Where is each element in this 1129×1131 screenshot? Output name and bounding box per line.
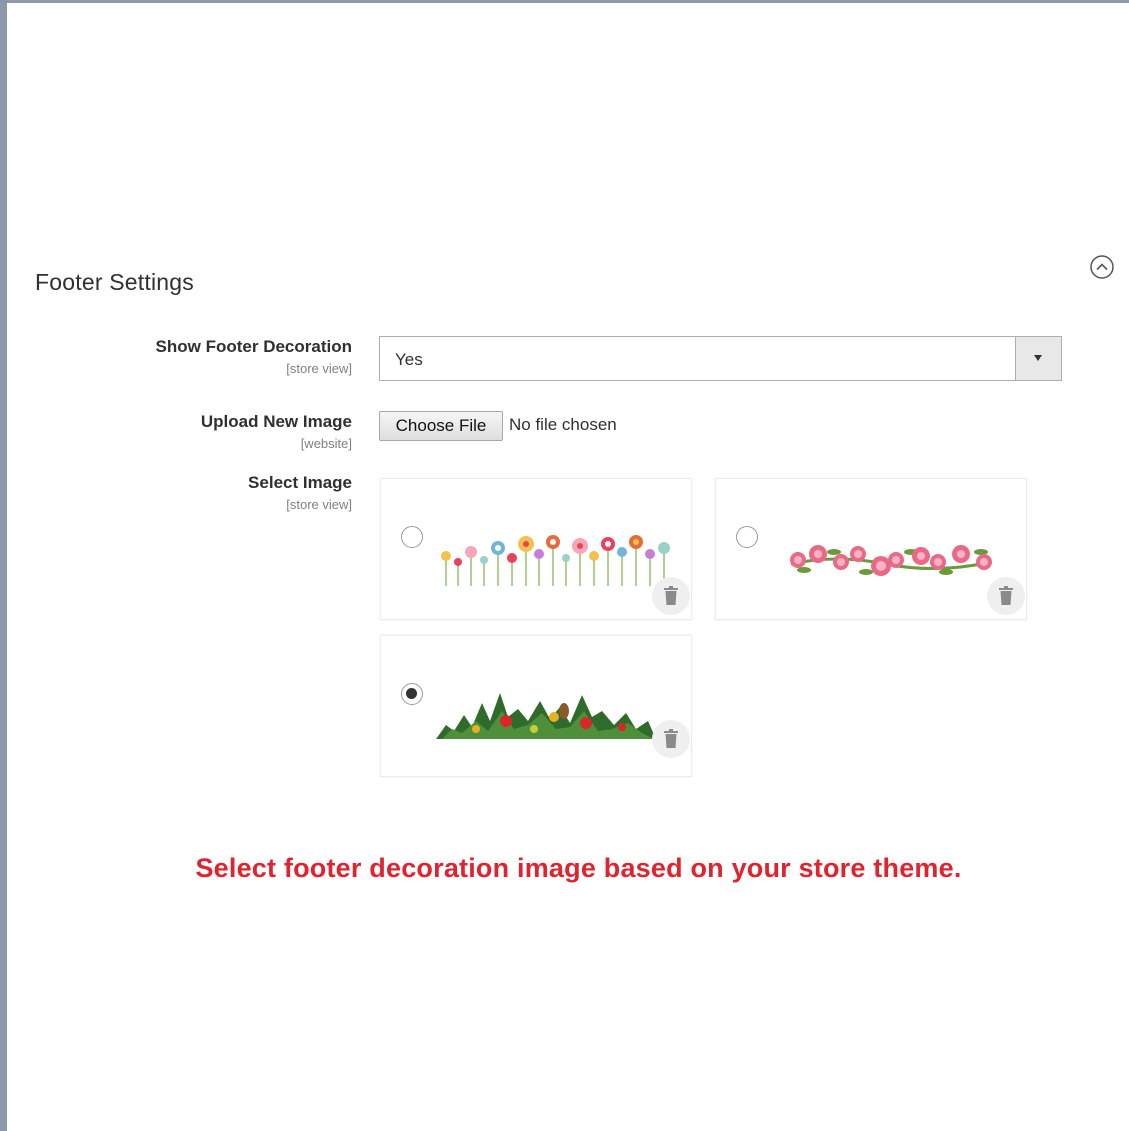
show-decoration-select[interactable]: Yes	[379, 336, 1062, 381]
file-status-text: No file chosen	[509, 415, 617, 434]
image-option-radio[interactable]	[401, 683, 423, 705]
delete-image-button[interactable]	[987, 577, 1025, 615]
admin-panel: Footer Settings Show Footer Decoration […	[0, 0, 1129, 1131]
upload-image-label: Upload New Image	[200, 412, 352, 431]
section-title: Footer Settings	[35, 269, 194, 295]
trash-icon	[999, 586, 1013, 605]
pink-roses-image	[790, 545, 992, 576]
image-option-card[interactable]	[380, 478, 692, 620]
christmas-garland-image	[436, 693, 656, 739]
image-option-card[interactable]	[715, 478, 1027, 620]
image-option-card[interactable]	[380, 635, 692, 777]
chevron-down-icon	[1034, 355, 1042, 361]
select-image-label: Select Image	[248, 473, 352, 492]
image-option-radio[interactable]	[736, 526, 758, 548]
show-decoration-scope: [store view]	[286, 361, 352, 376]
choose-file-button[interactable]: Choose File	[379, 411, 503, 441]
colorful-flowers-image	[441, 535, 670, 586]
trash-icon	[664, 729, 678, 748]
upload-image-scope: [website]	[300, 436, 352, 451]
footer-decoration-note: Select footer decoration image based on …	[195, 853, 962, 883]
delete-image-button[interactable]	[652, 720, 690, 758]
chevron-up-circle-icon	[1090, 255, 1114, 279]
select-image-scope: [store view]	[286, 497, 352, 512]
delete-image-button[interactable]	[652, 577, 690, 615]
image-option-radio[interactable]	[401, 526, 423, 548]
collapse-section-button[interactable]	[1089, 254, 1115, 280]
trash-icon	[664, 586, 678, 605]
dropdown-toggle[interactable]	[1015, 337, 1061, 380]
show-decoration-selected-value: Yes	[395, 350, 423, 369]
show-decoration-label: Show Footer Decoration	[155, 337, 352, 356]
